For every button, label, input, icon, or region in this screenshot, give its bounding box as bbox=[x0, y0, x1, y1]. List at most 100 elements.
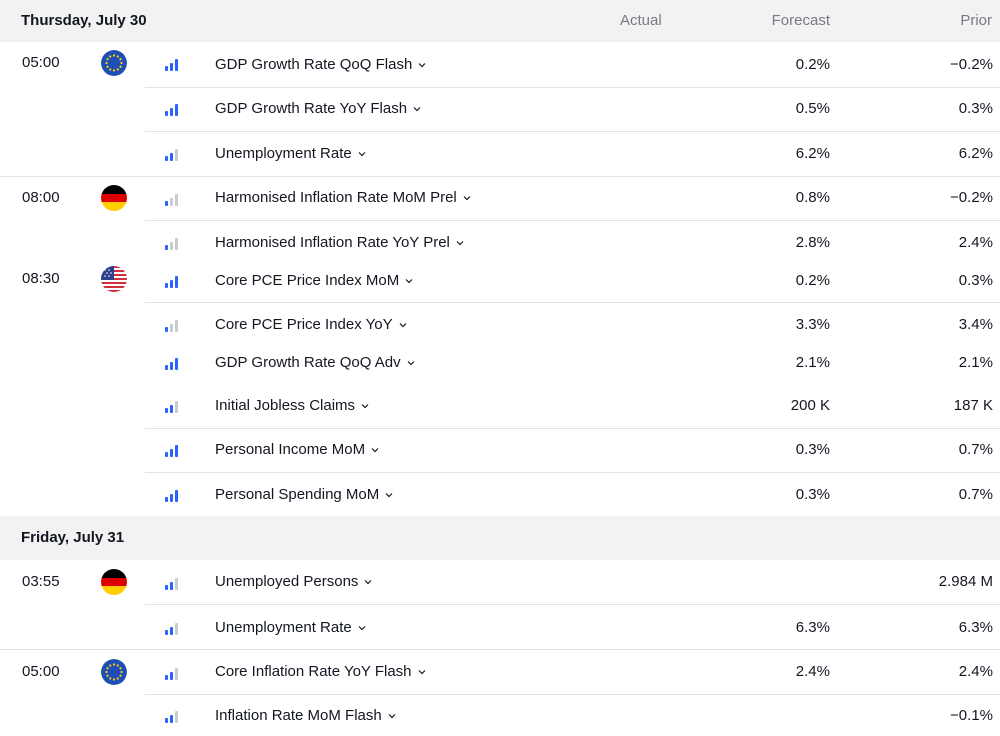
forecast-value: 0.3% bbox=[795, 486, 830, 503]
importance-icon bbox=[165, 490, 178, 502]
forecast-value: 6.3% bbox=[795, 619, 830, 636]
event-name[interactable]: GDP Growth Rate QoQ Adv bbox=[215, 354, 415, 371]
event-label: Unemployed Persons bbox=[215, 573, 359, 590]
event-label: Unemployment Rate bbox=[215, 619, 352, 636]
importance-icon bbox=[165, 401, 178, 413]
event-label: GDP Growth Rate QoQ Flash bbox=[215, 56, 413, 73]
chevron-down-icon bbox=[405, 278, 413, 283]
column-header-actual: Actual bbox=[620, 12, 662, 29]
event-name[interactable]: Inflation Rate MoM Flash bbox=[215, 707, 396, 724]
prior-value: 6.2% bbox=[958, 145, 993, 162]
eu-flag-icon bbox=[101, 659, 127, 685]
event-name[interactable]: Personal Income MoM bbox=[215, 441, 379, 458]
chevron-down-icon bbox=[358, 151, 366, 156]
chevron-down-icon bbox=[407, 360, 415, 365]
row-divider bbox=[145, 428, 1000, 429]
event-name[interactable]: Unemployed Persons bbox=[215, 573, 372, 590]
importance-icon bbox=[165, 59, 178, 71]
chevron-down-icon bbox=[358, 625, 366, 630]
importance-icon bbox=[165, 104, 178, 116]
importance-icon bbox=[165, 623, 178, 635]
chevron-down-icon bbox=[456, 240, 464, 245]
event-label: Personal Spending MoM bbox=[215, 486, 380, 503]
event-time: 03:55 bbox=[22, 573, 60, 590]
importance-icon bbox=[165, 445, 178, 457]
eu-flag-icon bbox=[101, 50, 127, 76]
group-divider bbox=[0, 649, 1000, 650]
event-name[interactable]: Core PCE Price Index YoY bbox=[215, 316, 407, 333]
chevron-down-icon bbox=[418, 669, 425, 674]
forecast-value: 2.1% bbox=[795, 354, 830, 371]
event-label: Inflation Rate MoM Flash bbox=[215, 707, 382, 724]
column-header-forecast: Forecast bbox=[771, 12, 830, 29]
event-name[interactable]: Harmonised Inflation Rate YoY Prel bbox=[215, 234, 464, 251]
importance-icon bbox=[165, 358, 178, 370]
prior-value: 3.4% bbox=[958, 316, 993, 333]
forecast-value: 0.3% bbox=[795, 441, 830, 458]
prior-value: −0.2% bbox=[950, 189, 993, 206]
row-divider bbox=[145, 220, 1000, 221]
forecast-value: 0.8% bbox=[795, 189, 830, 206]
event-name[interactable]: Unemployment Rate bbox=[215, 619, 366, 636]
chevron-down-icon bbox=[361, 403, 369, 408]
germany-flag-icon bbox=[101, 569, 127, 595]
group-divider bbox=[0, 176, 1000, 177]
day-title: Thursday, July 30 bbox=[21, 12, 147, 29]
event-label: Initial Jobless Claims bbox=[215, 397, 356, 414]
day-header: Thursday, July 30 Actual Forecast Prior bbox=[0, 0, 1000, 42]
forecast-value: 0.2% bbox=[795, 56, 830, 73]
row-divider bbox=[145, 131, 1000, 132]
event-label: GDP Growth Rate QoQ Adv bbox=[215, 354, 401, 371]
prior-value: 6.3% bbox=[958, 619, 993, 636]
prior-value: 2.1% bbox=[958, 354, 993, 371]
forecast-value: 6.2% bbox=[795, 145, 830, 162]
forecast-value: 0.2% bbox=[795, 272, 830, 289]
germany-flag-icon bbox=[101, 185, 127, 211]
event-name[interactable]: GDP Growth Rate YoY Flash bbox=[215, 100, 421, 117]
importance-icon bbox=[165, 149, 178, 161]
importance-icon bbox=[165, 238, 178, 250]
forecast-value: 200 K bbox=[790, 397, 830, 414]
prior-value: 0.3% bbox=[958, 272, 993, 289]
chevron-down-icon bbox=[399, 322, 407, 327]
importance-icon bbox=[165, 578, 178, 590]
prior-value: −0.1% bbox=[950, 707, 993, 724]
chevron-down-icon bbox=[388, 713, 396, 718]
prior-value: 2.984 M bbox=[938, 573, 993, 590]
chevron-down-icon bbox=[418, 62, 426, 67]
us-flag-icon bbox=[101, 266, 127, 292]
event-name[interactable]: GDP Growth Rate QoQ Flash bbox=[215, 56, 426, 73]
prior-value: 2.4% bbox=[958, 663, 993, 680]
row-divider bbox=[145, 302, 1000, 303]
prior-value: −0.2% bbox=[950, 56, 993, 73]
event-name[interactable]: Harmonised Inflation Rate MoM Prel bbox=[215, 189, 471, 206]
event-label: Personal Income MoM bbox=[215, 441, 366, 458]
chevron-down-icon bbox=[463, 195, 471, 200]
event-name[interactable]: Core PCE Price Index MoM bbox=[215, 272, 413, 289]
event-label: Core PCE Price Index YoY bbox=[215, 316, 393, 333]
row-divider bbox=[145, 472, 1000, 473]
event-label: GDP Growth Rate YoY Flash bbox=[215, 100, 408, 117]
event-label: Unemployment Rate bbox=[215, 145, 352, 162]
prior-value: 187 K bbox=[953, 397, 993, 414]
column-header-prior: Prior bbox=[960, 12, 992, 29]
chevron-down-icon bbox=[371, 447, 379, 452]
event-label: Core Inflation Rate YoY Flash bbox=[215, 663, 412, 680]
forecast-value: 3.3% bbox=[795, 316, 830, 333]
prior-value: 0.7% bbox=[958, 441, 993, 458]
prior-value: 2.4% bbox=[958, 234, 993, 251]
event-name[interactable]: Initial Jobless Claims bbox=[215, 397, 369, 414]
importance-icon bbox=[165, 320, 178, 332]
forecast-value: 0.5% bbox=[795, 100, 830, 117]
event-name[interactable]: Core Inflation Rate YoY Flash bbox=[215, 663, 426, 680]
importance-icon bbox=[165, 276, 178, 288]
event-label: Core PCE Price Index MoM bbox=[215, 272, 400, 289]
chevron-down-icon bbox=[413, 106, 421, 111]
event-name[interactable]: Personal Spending MoM bbox=[215, 486, 393, 503]
importance-icon bbox=[165, 668, 178, 680]
event-label: Harmonised Inflation Rate YoY Prel bbox=[215, 234, 450, 251]
event-name[interactable]: Unemployment Rate bbox=[215, 145, 366, 162]
day-header: Friday, July 31 bbox=[0, 516, 1000, 560]
forecast-value: 2.8% bbox=[795, 234, 830, 251]
forecast-value: 2.4% bbox=[795, 663, 830, 680]
